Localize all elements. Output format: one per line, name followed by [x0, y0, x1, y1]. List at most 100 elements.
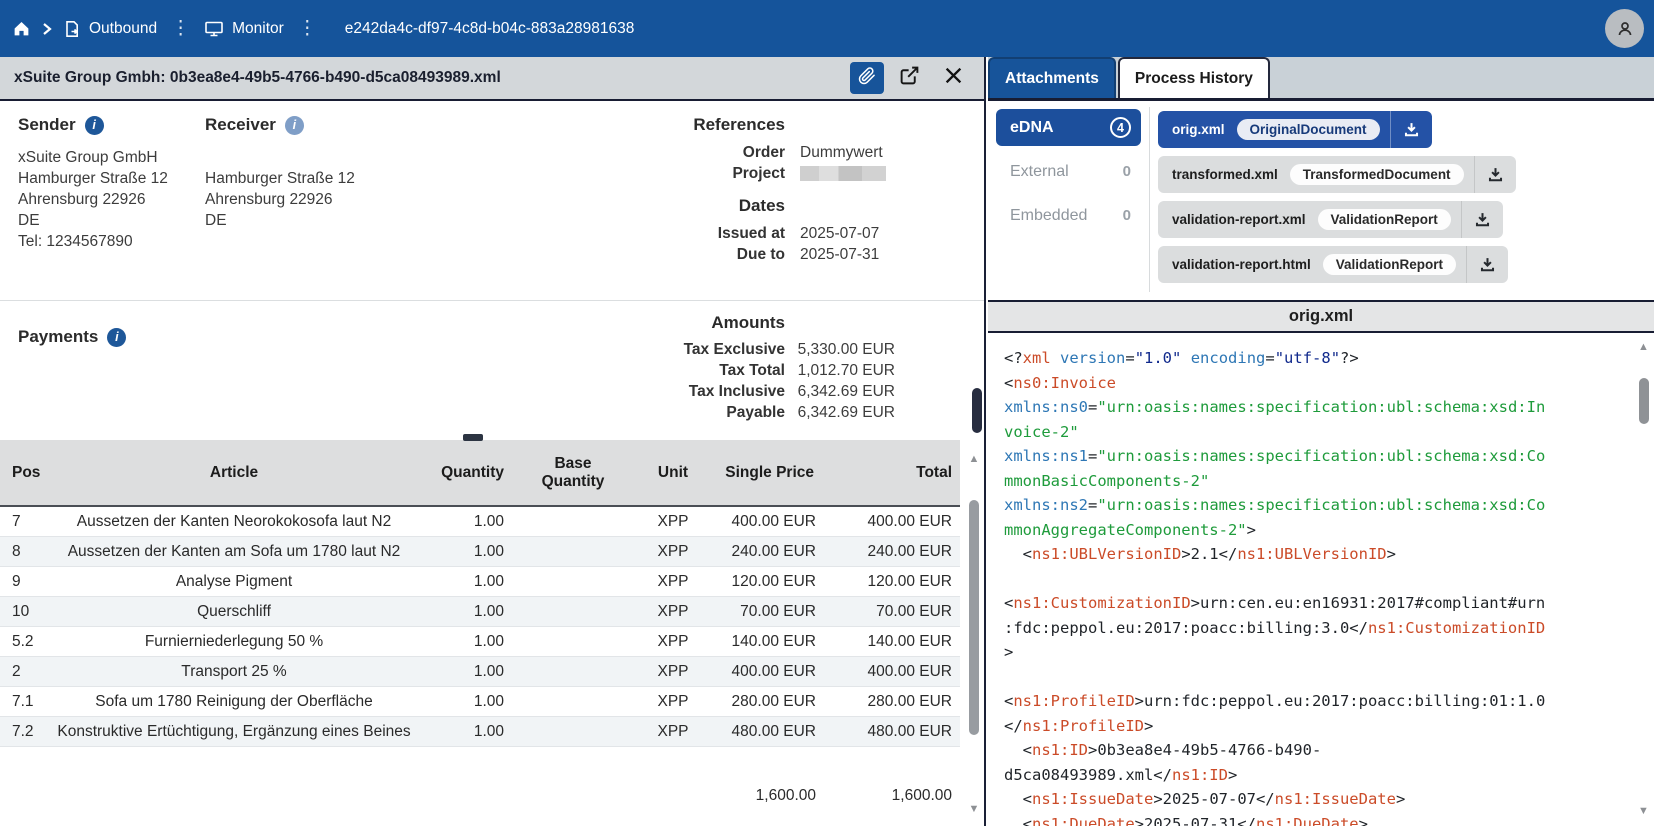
attachment-file-pill[interactable]: validation-report.html ValidationReport: [1158, 246, 1508, 283]
item-pos: 2: [0, 657, 50, 687]
top-navigation-bar: Outbound ⋮ Monitor ⋮ e242da4c-df97-4c8d-…: [0, 0, 1654, 57]
category-count-badge: 0: [1123, 207, 1131, 224]
sender-info-icon[interactable]: i: [85, 116, 104, 135]
item-article: Querschliff: [50, 597, 418, 627]
breadcrumb-home[interactable]: [12, 19, 31, 38]
close-icon: [944, 66, 963, 90]
paperclip-icon: [858, 67, 876, 90]
item-base-quantity: [508, 506, 638, 537]
panel-tab[interactable]: Process History: [1118, 57, 1270, 98]
item-unit: XPP: [638, 627, 708, 657]
item-base-quantity: [508, 747, 638, 811]
scroll-up-arrow-icon[interactable]: ▲: [969, 453, 980, 466]
scroll-down-arrow-icon[interactable]: ▼: [969, 803, 980, 816]
category-label: External: [1010, 163, 1123, 181]
breadcrumb-monitor[interactable]: Monitor: [204, 20, 284, 38]
item-total: 1,600.00: [820, 747, 960, 811]
date-value: 2025-07-31: [800, 244, 879, 265]
code-line: >: [1004, 640, 1654, 665]
item-base-quantity: [508, 537, 638, 567]
payments-info-icon[interactable]: i: [107, 328, 126, 347]
panel-tab[interactable]: Attachments: [988, 57, 1116, 98]
item-article: [50, 747, 418, 811]
open-external-button[interactable]: [894, 63, 924, 93]
breadcrumb-monitor-label: Monitor: [232, 20, 284, 38]
breadcrumb-outbound-label: Outbound: [89, 20, 157, 38]
breadcrumb-document-id[interactable]: e242da4c-df97-4c8d-b04c-883a28981638: [345, 20, 635, 38]
file-name: validation-report.html: [1158, 257, 1323, 272]
download-button[interactable]: [1474, 156, 1516, 193]
reference-value: Dummywert: [800, 142, 883, 163]
code-scrollbar[interactable]: ▲ ▼: [1636, 341, 1651, 818]
person-icon: [1614, 18, 1636, 40]
code-scrollbar-thumb[interactable]: [1639, 378, 1649, 424]
attachments-paperclip-button[interactable]: [850, 62, 884, 94]
summary-scrollbar-thumb[interactable]: [972, 388, 982, 433]
item-unit: XPP: [638, 597, 708, 627]
attachments-body: eDNA 4 External 0 Embedded 0 orig.xml: [988, 101, 1654, 300]
file-name: transformed.xml: [1158, 167, 1290, 182]
download-button[interactable]: [1390, 111, 1432, 148]
item-total: 400.00 EUR: [820, 657, 960, 687]
amounts-heading: Amounts: [620, 313, 785, 333]
item-quantity: [418, 747, 508, 811]
line-items-table: Pos Article Quantity Base Quantity Unit …: [0, 440, 960, 810]
code-line: :fdc:peppol.eu:2017:poacc:billing:3.0</n…: [1004, 616, 1654, 641]
monitor-icon: [204, 20, 224, 38]
sender-address-line: Hamburger Straße 12: [18, 168, 168, 189]
sender-address-line: DE: [18, 210, 168, 231]
item-row: 2 Transport 25 % 1.00 XPP 400.00 EUR 400…: [0, 657, 960, 687]
date-row: Issued at 2025-07-07: [620, 223, 890, 244]
attachment-file-pill[interactable]: orig.xml OriginalDocument: [1158, 111, 1432, 148]
table-scrollbar[interactable]: ▲ ▼: [966, 453, 982, 816]
category-count-badge: 4: [1110, 117, 1131, 138]
table-scrollbar-thumb[interactable]: [969, 500, 979, 735]
receiver-heading: Receiver: [205, 115, 276, 135]
breadcrumb-outbound[interactable]: Outbound: [63, 20, 157, 38]
item-total: 480.00 EUR: [820, 717, 960, 747]
item-single-price: 280.00 EUR: [708, 687, 820, 717]
item-base-quantity: [508, 597, 638, 627]
section-divider: [0, 300, 984, 301]
close-viewer-button[interactable]: [938, 63, 968, 93]
download-button[interactable]: [1461, 201, 1503, 238]
amount-row: Tax Exclusive 5,330.00 EUR: [620, 339, 895, 360]
file-type-badge: ValidationReport: [1318, 209, 1451, 230]
item-unit: XPP: [638, 657, 708, 687]
file-name: validation-report.xml: [1158, 212, 1318, 227]
col-header-pos: Pos: [0, 440, 50, 506]
item-quantity: 1.00: [418, 567, 508, 597]
item-base-quantity: [508, 687, 638, 717]
attachment-category-item[interactable]: Embedded 0: [996, 197, 1141, 234]
file-type-badge: ValidationReport: [1323, 254, 1456, 275]
item-base-quantity: [508, 717, 638, 747]
user-avatar-button[interactable]: [1605, 9, 1644, 48]
item-article: Sofa um 1780 Reinigung der Oberfläche: [50, 687, 418, 717]
code-line: </ns1:ProfileID>: [1004, 714, 1654, 739]
item-base-quantity: [508, 627, 638, 657]
splitter-handle[interactable]: [463, 434, 483, 441]
col-header-article: Article: [50, 440, 418, 506]
code-line: xmlns:ns2="urn:oasis:names:specification…: [1004, 493, 1654, 518]
payments-block: Paymentsi: [18, 327, 126, 347]
code-line: [1004, 567, 1654, 592]
scroll-down-arrow-icon[interactable]: ▼: [1638, 805, 1649, 818]
item-quantity: 1.00: [418, 717, 508, 747]
attachment-file-pill[interactable]: validation-report.xml ValidationReport: [1158, 201, 1503, 238]
receiver-info-icon[interactable]: i: [285, 116, 304, 135]
amount-label: Tax Inclusive: [620, 381, 785, 402]
attachment-category-item[interactable]: External 0: [996, 153, 1141, 190]
attachment-file-pill[interactable]: transformed.xml TransformedDocument: [1158, 156, 1516, 193]
scroll-up-arrow-icon[interactable]: ▲: [1638, 341, 1649, 354]
download-button[interactable]: [1466, 246, 1508, 283]
code-line: <ns0:Invoice: [1004, 371, 1654, 396]
attachment-category-item[interactable]: eDNA 4: [996, 109, 1141, 146]
item-single-price: 1,600.00: [708, 747, 820, 811]
item-row: 7.2 Konstruktive Ertüchtigung, Ergänzung…: [0, 717, 960, 747]
receiver-block: Receiveri Hamburger Straße 12Ahrensburg …: [205, 115, 355, 231]
amounts-block: Amounts Tax Exclusive 5,330.00 EUR Tax T…: [620, 313, 895, 423]
item-quantity: 1.00: [418, 657, 508, 687]
code-line: <ns1:UBLVersionID>2.1</ns1:UBLVersionID>: [1004, 542, 1654, 567]
code-line: voice-2": [1004, 420, 1654, 445]
item-total: 120.00 EUR: [820, 567, 960, 597]
